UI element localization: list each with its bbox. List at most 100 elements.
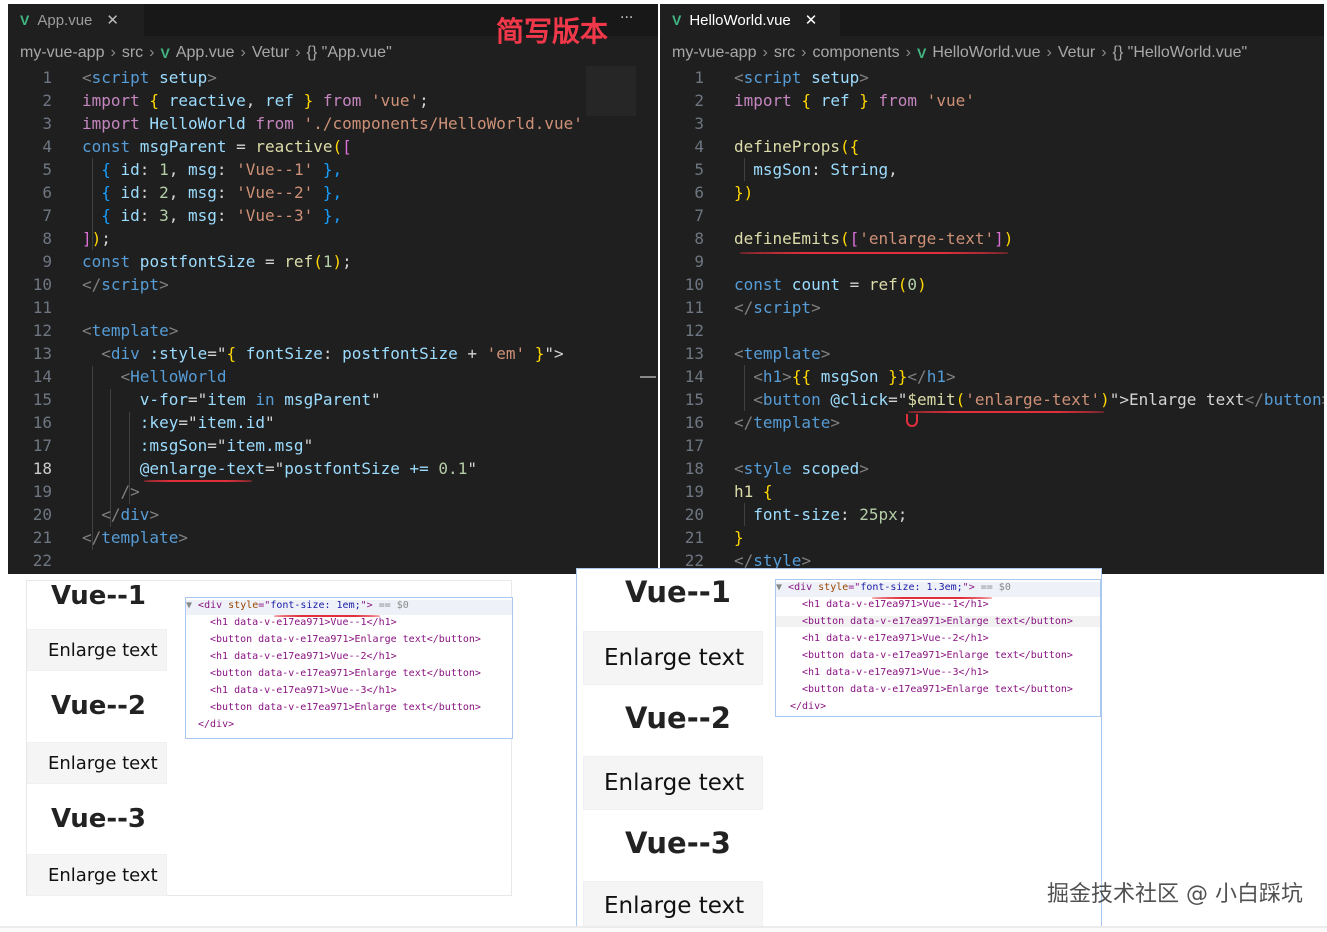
breadcrumb-item[interactable]: my-vue-app: [672, 44, 756, 62]
line-number: 12: [684, 321, 704, 340]
dom-node[interactable]: <h1 data-v-e17ea971>Vue--2</h1>: [802, 633, 989, 644]
code-line: 16 :key="item.id": [8, 411, 658, 434]
dom-node[interactable]: <h1 data-v-e17ea971>Vue--1</h1>: [210, 617, 397, 628]
line-number: 14: [32, 367, 52, 386]
line-number: 5: [42, 160, 52, 179]
dom-node[interactable]: <button data-v-e17ea971>Enlarge text</bu…: [210, 634, 481, 645]
code-line: 15 <button @click="$emit('enlarge-text')…: [660, 388, 1324, 411]
breadcrumb-item[interactable]: {} "HelloWorld.vue": [1113, 44, 1248, 62]
tab-app-vue[interactable]: V App.vue ✕: [8, 4, 144, 36]
breadcrumb-item[interactable]: src: [122, 44, 143, 62]
breadcrumb-item[interactable]: Vetur: [252, 44, 289, 62]
enlarge-text-button[interactable]: Enlarge text: [27, 629, 167, 671]
enlarge-text-button[interactable]: Enlarge text: [583, 881, 763, 931]
line-number: 21: [684, 528, 704, 547]
preview-heading: Vue--2: [625, 701, 731, 735]
dom-node[interactable]: <button data-v-e17ea971>Enlarge text</bu…: [776, 616, 1100, 627]
line-number: 19: [684, 482, 704, 501]
devtools-dom-panel: ▼ <div style="font-size: 1.3em;"> == $0 …: [775, 579, 1101, 717]
dom-node[interactable]: </div>: [790, 701, 826, 712]
dom-selected-row[interactable]: ▼ <div style="font-size: 1em;"> == $0: [186, 600, 512, 615]
code-line: 19 />: [8, 480, 658, 503]
enlarge-text-button[interactable]: Enlarge text: [27, 854, 167, 896]
line-number: 2: [42, 91, 52, 110]
line-number: 17: [32, 436, 52, 455]
dom-node[interactable]: <h1 data-v-e17ea971>Vue--3</h1>: [802, 667, 989, 678]
code-line: 14 <HelloWorld: [8, 365, 658, 388]
breadcrumb-item[interactable]: components: [812, 44, 899, 62]
breadcrumb: my-vue-app › src › components › V HelloWorl…: [672, 44, 1248, 62]
code-line: 3: [660, 112, 1320, 135]
dom-node[interactable]: <h1 data-v-e17ea971>Vue--3</h1>: [210, 685, 397, 696]
close-icon[interactable]: ✕: [106, 11, 119, 29]
preview-heading: Vue--1: [625, 575, 731, 609]
line-number: 11: [32, 298, 52, 317]
line-number: 4: [694, 137, 704, 156]
code-line: 1 <script setup>: [8, 66, 658, 89]
bottom-divider: [0, 926, 1327, 932]
more-actions-icon[interactable]: ···: [620, 10, 633, 26]
code-line: 2 import { ref } from 'vue': [660, 89, 1320, 112]
line-number: 15: [684, 390, 704, 409]
code-line: 11 </script>: [660, 296, 1320, 319]
code-line: 12 <template>: [8, 319, 658, 342]
line-number: 10: [684, 275, 704, 294]
dom-node[interactable]: </div>: [198, 719, 234, 730]
line-number: 9: [42, 252, 52, 271]
line-number: 14: [684, 367, 704, 386]
code-line: 20 </div>: [8, 503, 658, 526]
line-number: 5: [694, 160, 704, 179]
breadcrumb-item[interactable]: Vetur: [1058, 44, 1095, 62]
breadcrumb-item[interactable]: my-vue-app: [20, 44, 104, 62]
dom-node[interactable]: <button data-v-e17ea971>Enlarge text</bu…: [802, 650, 1073, 661]
breadcrumb-item[interactable]: App.vue: [176, 44, 235, 62]
line-number: 13: [684, 344, 704, 363]
code-line: 10 const count = ref(0): [660, 273, 1320, 296]
enlarge-text-button[interactable]: Enlarge text: [583, 756, 763, 810]
line-number: 13: [32, 344, 52, 363]
devtools-dom-panel: ▼ <div style="font-size: 1em;"> == $0 <h…: [185, 597, 513, 739]
code-line: 17: [660, 434, 1320, 457]
dom-node[interactable]: <button data-v-e17ea971>Enlarge text</bu…: [210, 702, 481, 713]
line-number: 3: [694, 114, 704, 133]
code-line: 19 h1 {: [660, 480, 1320, 503]
line-number: 18: [684, 459, 704, 478]
enlarge-text-button[interactable]: Enlarge text: [583, 631, 763, 685]
code-line: 3 import HelloWorld from './components/He…: [8, 112, 658, 135]
breadcrumb-item[interactable]: HelloWorld.vue: [932, 44, 1040, 62]
tab-label: HelloWorld.vue: [689, 11, 791, 29]
line-number: 3: [42, 114, 52, 133]
code-line: 1 <script setup>: [660, 66, 1320, 89]
tab-helloworld-vue[interactable]: V HelloWorld.vue ✕: [660, 4, 840, 36]
code-line: 18 <style scoped>: [660, 457, 1320, 480]
line-number: 21: [32, 528, 52, 547]
code-line: 17 :msgSon="item.msg": [8, 434, 658, 457]
code-line: 10 </script>: [8, 273, 658, 296]
dom-node[interactable]: <h1 data-v-e17ea971>Vue--2</h1>: [210, 651, 397, 662]
dom-node[interactable]: <h1 data-v-e17ea971>Vue--1</h1>: [802, 599, 989, 610]
vue-file-icon: V: [160, 45, 170, 61]
collapse-arrow-icon: ▼: [186, 600, 199, 611]
code-line: 15 v-for="item in msgParent": [8, 388, 658, 411]
breadcrumb-item[interactable]: src: [774, 44, 795, 62]
breadcrumb-item[interactable]: {} "App.vue": [307, 44, 392, 62]
line-number: 7: [694, 206, 704, 225]
line-number: 19: [32, 482, 52, 501]
line-number: 1: [694, 68, 704, 87]
line-number: 20: [32, 505, 52, 524]
enlarge-text-button[interactable]: Enlarge text: [27, 742, 167, 784]
close-icon[interactable]: ✕: [805, 11, 818, 29]
code-line: 11: [8, 296, 658, 319]
code-line: 5 msgSon: String,: [660, 158, 1320, 181]
code-line: 14 <h1>{{ msgSon }}</h1>: [660, 365, 1320, 388]
line-number: 15: [32, 390, 52, 409]
line-number: 6: [42, 183, 52, 202]
code-line: 8]);: [8, 227, 658, 250]
dom-node[interactable]: <button data-v-e17ea971>Enlarge text</bu…: [802, 684, 1073, 695]
preview-heading: Vue--2: [51, 691, 147, 721]
dom-selected-row[interactable]: ▼ <div style="font-size: 1.3em;"> == $0: [776, 582, 1100, 597]
dom-node[interactable]: <button data-v-e17ea971>Enlarge text</bu…: [210, 668, 481, 679]
line-number: 16: [684, 413, 704, 432]
code-line: 13 <template>: [660, 342, 1320, 365]
tab-label: App.vue: [37, 11, 93, 29]
